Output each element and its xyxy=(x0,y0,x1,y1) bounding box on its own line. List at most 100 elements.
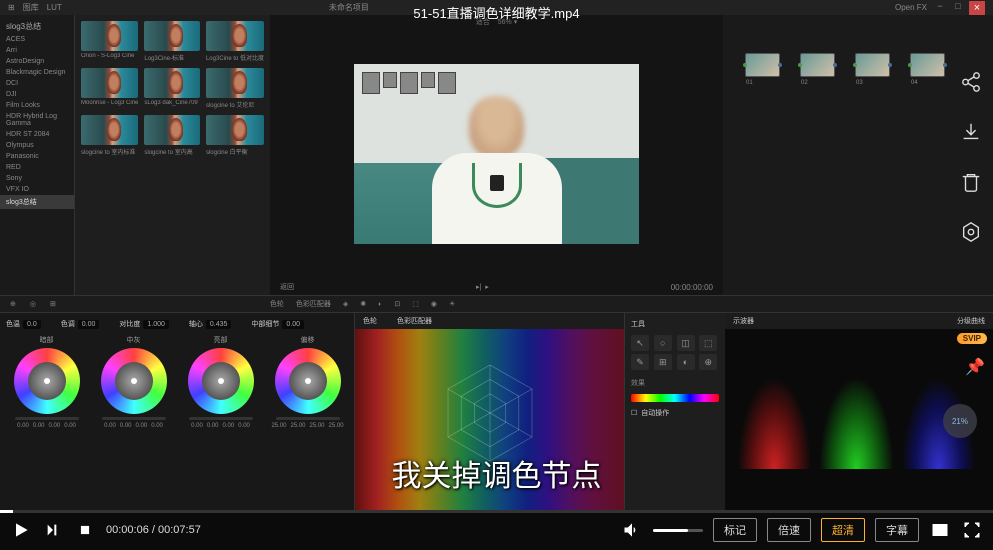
download-icon[interactable] xyxy=(959,120,983,144)
sidebar-item[interactable]: DCI xyxy=(0,78,74,89)
tool-button[interactable]: ○ xyxy=(654,335,672,351)
wheel-offset[interactable]: 偏移 25.0025.0025.0025.00 xyxy=(267,335,348,507)
project-name: 未命名项目 xyxy=(329,2,369,13)
param-tint[interactable]: 色调0.00 xyxy=(61,319,100,329)
qualifier-tools-panel: 工具 ↖ ○ ◫ ⬚ ✎ ⊞ ◐ ⊕ 效果 ☐自动操作 xyxy=(625,313,725,513)
trash-icon[interactable] xyxy=(959,170,983,194)
tool-button[interactable]: ⊞ xyxy=(654,354,672,370)
wheel-gain[interactable]: 亮部 0.000.000.000.00 xyxy=(180,335,261,507)
wheel-lift[interactable]: 暗部 0.000.000.000.00 xyxy=(6,335,87,507)
window-minimize-button[interactable]: − xyxy=(933,1,947,11)
sidebar-item[interactable]: Olympus xyxy=(0,140,74,151)
progress-bar[interactable] xyxy=(0,510,993,513)
param-contrast[interactable]: 对比度1.000 xyxy=(119,319,169,329)
vector-tab[interactable]: 色轮 xyxy=(363,316,377,326)
viewer-monitor[interactable] xyxy=(270,29,723,279)
viewer-back-button[interactable]: 返回 xyxy=(280,282,294,292)
volume-icon[interactable] xyxy=(621,519,643,541)
settings-icon[interactable] xyxy=(959,220,983,244)
hue-gradient-bar[interactable] xyxy=(631,394,719,402)
video-title-overlay: 51-51直播调色详细教学.mp4 xyxy=(413,3,579,22)
topbar-tab[interactable]: LUT xyxy=(47,3,62,12)
speed-button[interactable]: 倍速 xyxy=(767,518,811,542)
tool-button[interactable]: ⊕ xyxy=(699,354,717,370)
lut-thumbnail[interactable]: sLog3 dak_Cine709 xyxy=(144,68,200,109)
param-pivot[interactable]: 轴心0.435 xyxy=(189,319,232,329)
prev-frame-icon[interactable]: ▸| xyxy=(476,283,481,291)
color-node[interactable]: 04 xyxy=(910,53,945,77)
tool-icon[interactable]: ⬚ xyxy=(412,300,419,308)
color-node[interactable]: 03 xyxy=(855,53,890,77)
fullscreen-icon[interactable] xyxy=(961,519,983,541)
stop-button[interactable] xyxy=(74,519,96,541)
waveform-tab[interactable]: 分级曲线 xyxy=(957,316,985,326)
play-icon[interactable]: ▸ xyxy=(485,283,489,291)
param-middetail[interactable]: 中部细节0.00 xyxy=(251,319,304,329)
tool-icon[interactable]: ◈ xyxy=(343,300,348,308)
sidebar-item[interactable]: Blackmagic Design xyxy=(0,67,74,78)
next-frame-button[interactable] xyxy=(42,519,64,541)
sidebar-item[interactable]: Sony xyxy=(0,173,74,184)
tool-button[interactable]: ↖ xyxy=(631,335,649,351)
vector-tab[interactable]: 色彩匹配器 xyxy=(397,316,432,326)
tool-button[interactable]: ◐ xyxy=(677,354,695,370)
lut-thumbnail[interactable]: Log3Cine-标准 xyxy=(144,21,200,62)
right-vertical-toolbar xyxy=(949,70,993,244)
lut-thumbnail[interactable]: Orion - S-Log3 Cine xyxy=(81,21,138,62)
lut-gallery-panel: Orion - S-Log3 Cine Log3Cine-标准 Log3Cine… xyxy=(75,15,270,295)
tool-icon[interactable]: ◎ xyxy=(30,300,36,308)
lut-thumbnail[interactable]: slogcine to 室内标准 xyxy=(81,115,138,156)
wheel-gamma[interactable]: 中灰 0.000.000.000.00 xyxy=(93,335,174,507)
lut-thumbnail[interactable]: slogcine to 艾伦尼 xyxy=(206,68,264,109)
tool-button[interactable]: ✎ xyxy=(631,354,649,370)
tool-icon[interactable]: ☀ xyxy=(449,300,455,308)
waveform-canvas: 21% xyxy=(731,329,987,479)
window-maximize-button[interactable]: □ xyxy=(951,1,965,11)
subtitle-button[interactable]: 字幕 xyxy=(875,518,919,542)
sidebar-item[interactable]: ACES xyxy=(0,34,74,45)
param-temperature[interactable]: 色温0.0 xyxy=(6,319,41,329)
auto-operation-checkbox[interactable]: ☐自动操作 xyxy=(631,408,719,418)
volume-slider[interactable] xyxy=(653,529,703,532)
topbar-right-item[interactable]: Open FX xyxy=(895,3,927,12)
pip-icon[interactable] xyxy=(929,519,951,541)
zoom-percent-badge[interactable]: 21% xyxy=(943,404,977,438)
window-close-button[interactable]: × xyxy=(969,1,985,15)
mid-tab[interactable]: 色轮 xyxy=(270,299,284,309)
tool-button[interactable]: ⬚ xyxy=(699,335,717,351)
sidebar-header: slog3总结 xyxy=(0,19,74,34)
sidebar-item[interactable]: HDR Hybrid Log Gamma xyxy=(0,111,74,129)
sidebar-item[interactable]: Arri xyxy=(0,45,74,56)
lut-thumbnail[interactable]: slogcine 白平衡 xyxy=(206,115,264,156)
share-icon[interactable] xyxy=(959,70,983,94)
sidebar-item[interactable]: VFX IO xyxy=(0,184,74,195)
sidebar-item[interactable]: AstroDesign xyxy=(0,56,74,67)
tools-header: 工具 xyxy=(631,319,719,329)
sidebar-item[interactable]: HDR ST 2084 xyxy=(0,129,74,140)
color-node[interactable]: 02 xyxy=(800,53,835,77)
play-button[interactable] xyxy=(10,519,32,541)
quality-button[interactable]: 超清 xyxy=(821,518,865,542)
waveform-header-label: 示波器 xyxy=(733,316,754,326)
topbar-tab[interactable]: 图库 xyxy=(23,2,39,13)
tool-icon[interactable]: ✺ xyxy=(360,300,366,308)
sidebar-item[interactable]: Film Looks xyxy=(0,100,74,111)
sidebar-item[interactable]: DJI xyxy=(0,89,74,100)
color-node[interactable]: 01 xyxy=(745,53,780,77)
lut-thumbnail[interactable]: slogcine to 室内高 xyxy=(144,115,200,156)
lut-thumbnail[interactable]: Moonrise - Log3 Cine xyxy=(81,68,138,109)
sidebar-item[interactable]: slog3总结 xyxy=(0,195,74,209)
lut-thumbnail[interactable]: Log3Cine to 低对比度 xyxy=(206,21,264,62)
topbar-tab[interactable]: ⊞ xyxy=(8,3,15,12)
tool-icon[interactable]: ⊕ xyxy=(10,300,16,308)
video-subtitle: 我关掉调色节点 xyxy=(392,451,602,495)
tool-icon[interactable]: ⊡ xyxy=(394,300,400,308)
tool-icon[interactable]: ◉ xyxy=(431,300,437,308)
mark-button[interactable]: 标记 xyxy=(713,518,757,542)
sidebar-item[interactable]: RED xyxy=(0,162,74,173)
tool-button[interactable]: ◫ xyxy=(677,335,695,351)
tool-icon[interactable]: ◐ xyxy=(378,301,382,308)
tool-icon[interactable]: ⊞ xyxy=(50,300,56,308)
mid-tab[interactable]: 色彩匹配器 xyxy=(296,299,331,309)
sidebar-item[interactable]: Panasonic xyxy=(0,151,74,162)
